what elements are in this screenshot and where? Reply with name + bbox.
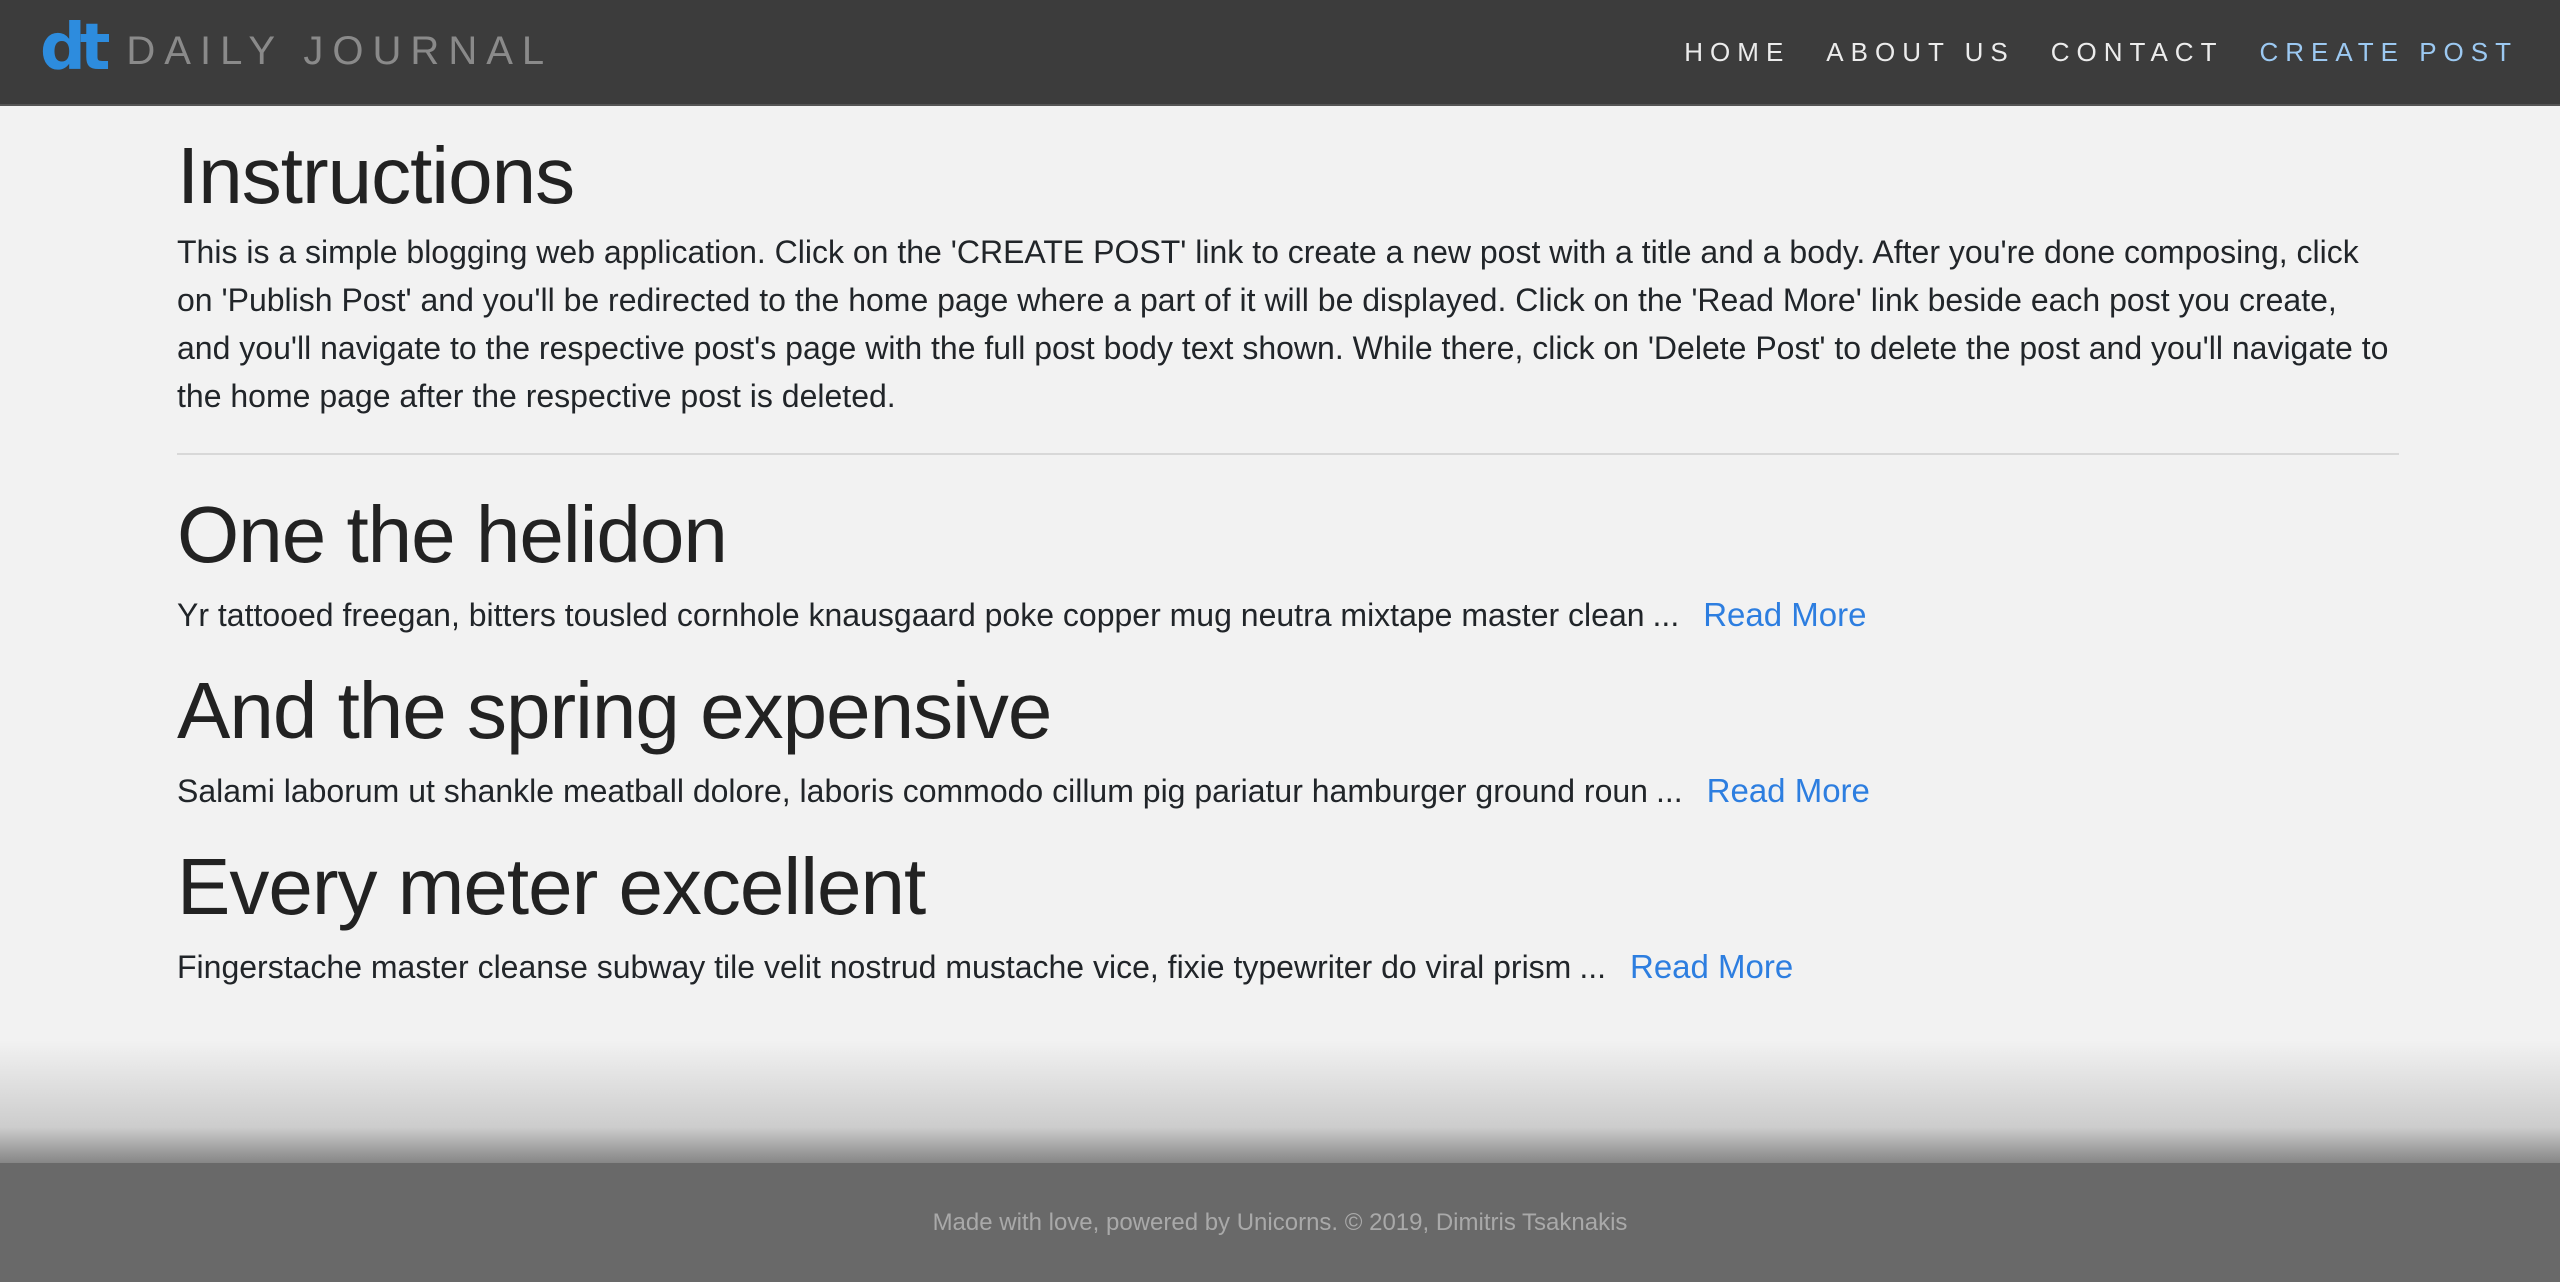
- instructions-title: Instructions: [177, 131, 575, 220]
- post-title: One the helidon: [177, 490, 728, 579]
- post-title: And the spring expensive: [177, 666, 1052, 755]
- footer-text: Made with love, powered by Unicorns. © 2…: [932, 1208, 1628, 1236]
- brand-name[interactable]: DAILY JOURNAL: [126, 31, 553, 71]
- nav-link-contact[interactable]: CONTACT: [2051, 37, 2224, 68]
- post-excerpt-ellipsis: ...: [1652, 597, 1680, 633]
- post-item: Every meter excellent Fingerstache maste…: [177, 843, 2399, 991]
- post-excerpt-text: Fingerstache master cleanse subway tile …: [177, 949, 1572, 985]
- instructions-text: This is a simple blogging web applicatio…: [177, 234, 2389, 414]
- nav-link-about-us[interactable]: ABOUT US: [1826, 37, 2014, 68]
- post-excerpt-ellipsis: ...: [1579, 949, 1606, 985]
- footer-shadow: [0, 1040, 2560, 1164]
- divider: [177, 453, 2399, 455]
- post-excerpt-ellipsis: ...: [1655, 773, 1683, 809]
- navbar: dt DAILY JOURNAL HOME ABOUT US CONTACT C…: [0, 0, 2560, 106]
- post-item: And the spring expensive Salami laborum …: [177, 667, 2399, 815]
- main-content: Instructions This is a simple blogging w…: [177, 106, 2399, 991]
- main-nav: HOME ABOUT US CONTACT CREATE POST: [1648, 32, 2518, 72]
- post-excerpt: Fingerstache master cleanse subway tile …: [177, 943, 2399, 991]
- nav-link-create-post[interactable]: CREATE POST: [2259, 37, 2518, 68]
- nav-link-home[interactable]: HOME: [1684, 37, 1790, 68]
- post-item: One the helidon Yr tattooed freegan, bit…: [177, 491, 2399, 639]
- read-more-link[interactable]: Read More: [1630, 948, 1793, 985]
- post-title: Every meter excellent: [177, 842, 926, 931]
- brand[interactable]: dt DAILY JOURNAL: [40, 16, 553, 82]
- read-more-link[interactable]: Read More: [1707, 772, 1870, 809]
- post-excerpt: Salami laborum ut shankle meatball dolor…: [177, 767, 2399, 815]
- post-excerpt-text: Yr tattooed freegan, bitters tousled cor…: [177, 597, 1645, 633]
- footer: Made with love, powered by Unicorns. © 2…: [0, 1163, 2560, 1282]
- post-excerpt: Yr tattooed freegan, bitters tousled cor…: [177, 591, 2399, 639]
- read-more-link[interactable]: Read More: [1703, 596, 1866, 633]
- post-excerpt-text: Salami laborum ut shankle meatball dolor…: [177, 773, 1648, 809]
- instructions-section: Instructions This is a simple blogging w…: [177, 132, 2399, 420]
- brand-logo-icon[interactable]: dt: [40, 16, 110, 80]
